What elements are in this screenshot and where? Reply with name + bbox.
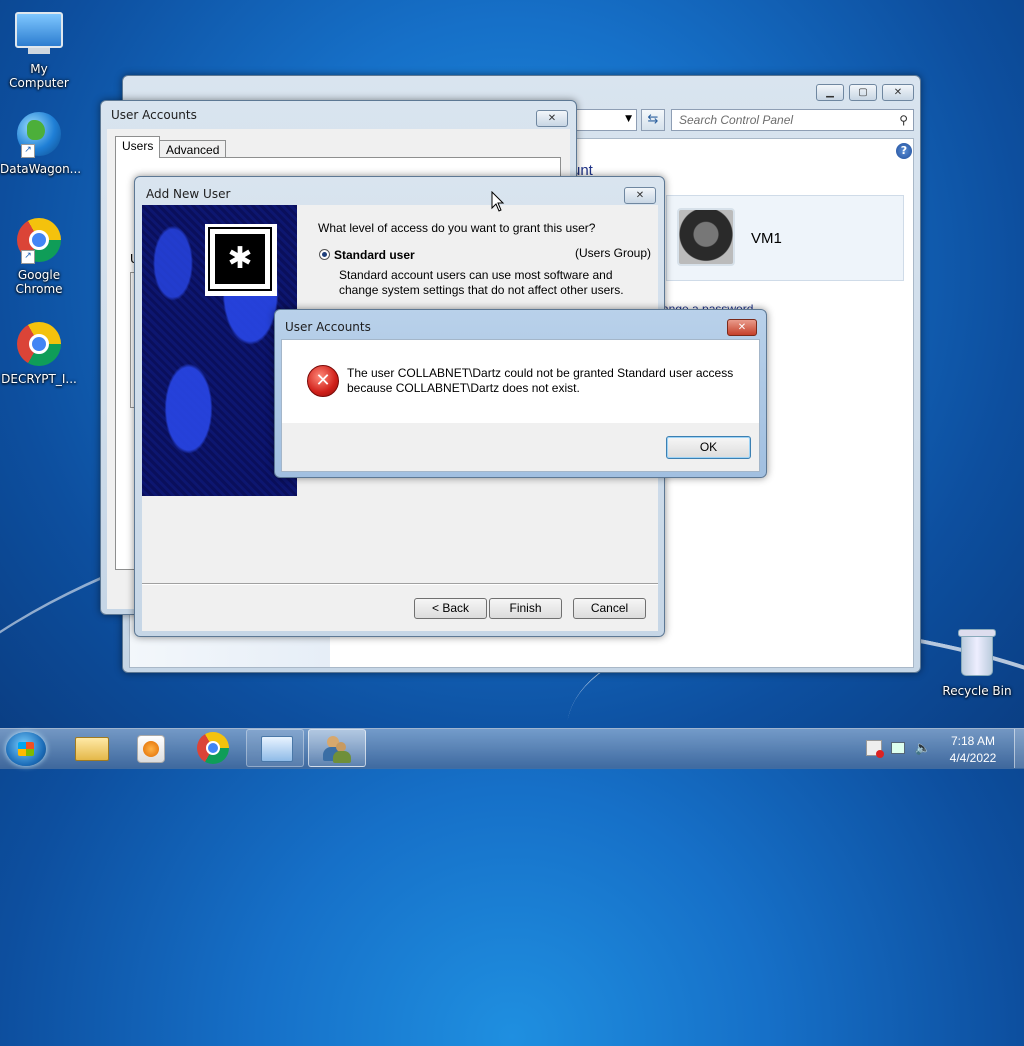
folder-icon bbox=[75, 737, 109, 761]
desktop-icon-label: Google Chrome bbox=[15, 268, 63, 296]
desktop-icon-label: DataWagon... bbox=[0, 162, 82, 176]
finish-button[interactable]: Finish bbox=[489, 598, 562, 619]
computer-icon bbox=[15, 12, 63, 60]
shortcut-arrow-icon: ↗ bbox=[21, 250, 35, 264]
desktop-icon-label: DECRYPT_I... bbox=[1, 372, 77, 386]
desktop-icon-recycle-bin[interactable]: Recycle Bin bbox=[938, 629, 1016, 698]
search-input[interactable]: Search Control Panel ⚲ bbox=[671, 109, 914, 131]
close-button[interactable]: ✕ bbox=[882, 84, 914, 101]
minimize-button[interactable]: ▁ bbox=[816, 84, 844, 101]
taskbar-user-accounts[interactable] bbox=[308, 729, 366, 767]
desktop-icon-decrypt[interactable]: DECRYPT_I... bbox=[0, 320, 78, 386]
back-button[interactable]: < Back bbox=[414, 598, 487, 619]
search-icon[interactable]: ⚲ bbox=[899, 110, 908, 130]
close-button[interactable]: ✕ bbox=[536, 110, 568, 127]
globe-icon: ↗ bbox=[15, 112, 63, 160]
standard-user-radio[interactable] bbox=[319, 249, 330, 260]
taskbar-control-panel[interactable] bbox=[246, 729, 304, 767]
search-placeholder: Search Control Panel bbox=[679, 113, 794, 127]
ok-button[interactable]: OK bbox=[666, 436, 751, 459]
help-icon[interactable]: ? bbox=[896, 143, 912, 159]
error-message: The user COLLABNET\Dartz could not be gr… bbox=[347, 366, 734, 395]
error-icon: ✕ bbox=[307, 365, 339, 397]
desktop-icon-datawagon[interactable]: ↗ DataWagon... bbox=[0, 110, 82, 176]
taskbar-explorer[interactable] bbox=[62, 729, 120, 767]
taskbar-media-player[interactable] bbox=[122, 729, 180, 767]
window-title: Add New User bbox=[146, 187, 231, 201]
action-center-icon[interactable] bbox=[866, 740, 884, 758]
chrome-icon bbox=[15, 322, 63, 370]
turntable-avatar-icon bbox=[677, 208, 735, 266]
close-button[interactable]: ✕ bbox=[727, 319, 757, 336]
dialog-title: User Accounts bbox=[285, 320, 371, 334]
start-button[interactable] bbox=[6, 732, 46, 766]
chrome-icon: ↗ bbox=[15, 218, 63, 266]
address-bar[interactable]: ▼ bbox=[575, 109, 637, 131]
clock[interactable]: 7:18 AM 4/4/2022 bbox=[940, 733, 1006, 767]
close-button[interactable]: ✕ bbox=[624, 187, 656, 204]
divider bbox=[142, 583, 658, 585]
control-panel-icon bbox=[261, 736, 293, 762]
desktop-icon-google-chrome[interactable]: ↗ Google Chrome bbox=[0, 216, 78, 296]
error-dialog: User Accounts ✕ ✕ The user COLLABNET\Dar… bbox=[274, 309, 767, 478]
recycle-bin-icon bbox=[953, 629, 1001, 682]
desktop-icon-label: My Computer bbox=[9, 62, 69, 90]
taskbar-chrome[interactable] bbox=[184, 729, 242, 767]
window-title: User Accounts bbox=[111, 108, 197, 122]
desktop-icon-label: Recycle Bin bbox=[942, 684, 1012, 698]
desktop-icon-my-computer[interactable]: My Computer bbox=[0, 8, 78, 90]
network-icon[interactable] bbox=[891, 740, 907, 756]
access-question: What level of access do you want to gran… bbox=[318, 221, 596, 235]
standard-user-description: Standard account users can use most soft… bbox=[339, 268, 624, 297]
mouse-cursor-icon bbox=[491, 191, 505, 212]
chrome-icon bbox=[197, 732, 229, 764]
show-desktop-button[interactable] bbox=[1014, 729, 1024, 768]
refresh-icon[interactable]: ⇆ bbox=[641, 109, 665, 131]
standard-user-label[interactable]: Standard user bbox=[334, 248, 415, 262]
message-area: ✕ The user COLLABNET\Dartz could not be … bbox=[282, 340, 759, 423]
clock-date: 4/4/2022 bbox=[949, 751, 997, 765]
dropdown-arrow-icon[interactable]: ▼ bbox=[625, 114, 632, 124]
clock-time: 7:18 AM bbox=[950, 734, 996, 748]
users-group-label: (Users Group) bbox=[575, 246, 652, 260]
wizard-logo-icon: ✱ bbox=[205, 224, 277, 296]
dialog-client: ✕ The user COLLABNET\Dartz could not be … bbox=[281, 339, 760, 472]
maximize-button[interactable]: ▢ bbox=[849, 84, 877, 101]
media-player-icon bbox=[137, 735, 165, 763]
user-name: VM1 bbox=[751, 230, 782, 247]
tab-users[interactable]: Users bbox=[115, 136, 161, 158]
shortcut-arrow-icon: ↗ bbox=[21, 144, 35, 158]
volume-icon[interactable]: 🔈 bbox=[914, 740, 932, 756]
user-tile[interactable]: VM1 bbox=[666, 195, 904, 281]
cancel-button[interactable]: Cancel bbox=[573, 598, 646, 619]
